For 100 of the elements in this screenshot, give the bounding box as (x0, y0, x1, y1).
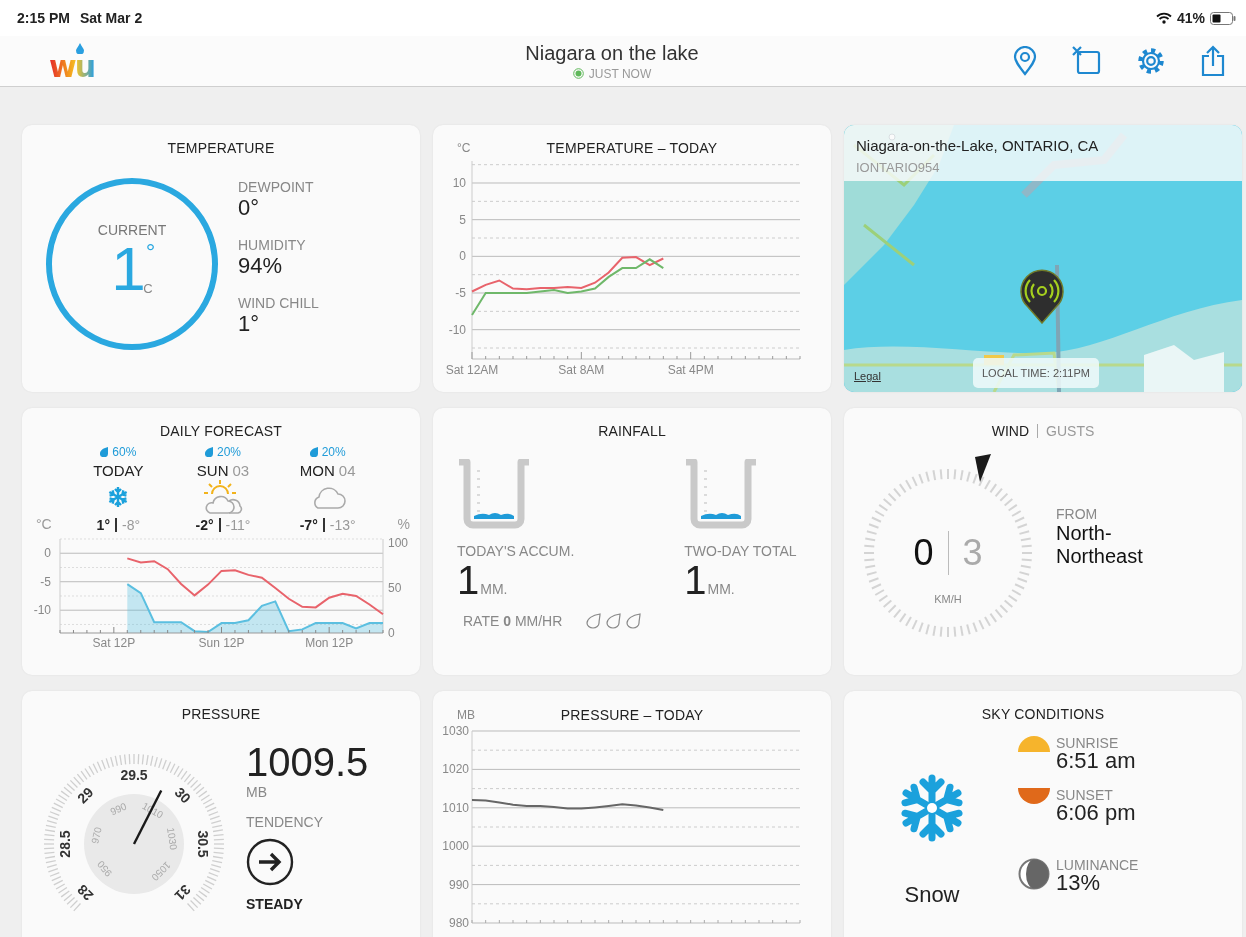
card-title: DAILY FORECAST (158, 422, 284, 439)
precip-chance: 20% (216, 445, 241, 459)
raindrop-icon (204, 447, 214, 457)
low-temperature: -8° (122, 517, 141, 533)
gauge-label: 950 (94, 858, 115, 879)
sky-condition: Snow (904, 882, 960, 908)
axis-label: 5 (459, 212, 466, 227)
rain-amount: 1 (684, 561, 707, 599)
rain-unit: MM. (707, 581, 735, 599)
sky-label: LUMINANCE (1056, 858, 1139, 872)
axis-label: -10 (448, 322, 466, 337)
card-title: RAINFALL (597, 422, 667, 439)
axis-label: 50 (388, 580, 402, 595)
half-sun-icon (1018, 736, 1050, 752)
current-label: CURRENT (97, 222, 167, 238)
direction-pointer-icon (974, 453, 992, 483)
percent-unit: % (396, 516, 410, 533)
low-temperature: -13° (329, 517, 356, 533)
stat-label: DEWPOINT (238, 179, 315, 195)
location-title: Niagara on the lake (525, 41, 699, 65)
snowflake-icon (107, 486, 130, 508)
card-title: PRESSURE – TODAY (559, 706, 705, 723)
half-sun-icon (1018, 788, 1050, 804)
axis-label: -5 (40, 574, 51, 589)
status-time: 2:15 PM (17, 10, 70, 26)
speed-unit: KM/H (933, 593, 963, 605)
axis-label: Mon 12P (305, 636, 354, 650)
station-id: IONTARIO954 (856, 160, 941, 175)
card-title: SKY CONDITIONS (980, 705, 1106, 722)
station-location: Niagara-on-the-Lake, ONTARIO, CA (856, 137, 1100, 154)
axis-label: 1010 (442, 800, 469, 815)
high-temperature: 1° (96, 517, 110, 533)
station-pin-icon[interactable] (1019, 268, 1065, 324)
sky-value: 6:51 am (1056, 750, 1136, 772)
raindrop-icon (309, 447, 319, 457)
sun-cloud-icon (202, 478, 244, 516)
status-date: Sat Mar 2 (79, 10, 143, 26)
wifi-icon (1155, 12, 1172, 24)
stat-value: 94% (238, 253, 284, 279)
axis-unit: °C (456, 141, 472, 156)
legal-link[interactable]: Legal (854, 370, 881, 382)
high-temperature: -7° (299, 517, 318, 533)
degree-sign: ° (145, 238, 156, 266)
precip-chance: 60% (112, 445, 137, 459)
pressure-value: 1009.5 (246, 740, 369, 784)
gauge-label: 30.5 (195, 830, 211, 858)
axis-label: Sun 12P (198, 636, 245, 650)
axis-label: 980 (448, 916, 469, 930)
rain-unit: MM. (480, 581, 508, 599)
battery-icon (1210, 11, 1236, 25)
snowflake-icon (900, 774, 964, 842)
axis-label: Sat 12AM (445, 363, 499, 377)
raindrop-icon (100, 447, 110, 457)
precip-chance: 20% (321, 445, 346, 459)
sky-label: SUNSET (1056, 788, 1114, 802)
gauge-label: 29.5 (120, 767, 148, 783)
axis-label: 990 (448, 877, 469, 892)
axis-label: 100 (388, 535, 409, 550)
axis-label: 0 (44, 546, 51, 561)
card-title: TEMPERATURE (166, 139, 276, 156)
day-date: 04 (338, 462, 356, 479)
tendency-label: TENDENCY (246, 814, 323, 830)
axis-unit: MB (456, 708, 476, 723)
axis-label: Sat 12P (92, 636, 136, 650)
rain-amount: 1 (457, 561, 480, 599)
remove-tile-icon[interactable] (1072, 46, 1102, 76)
temperature-unit: C (143, 281, 153, 296)
axis-label: 0 (388, 626, 395, 640)
axis-label: 0 (459, 249, 466, 264)
drop-icon (76, 42, 84, 54)
high-temperature: -2° (195, 517, 214, 533)
wind-tab[interactable]: WIND (991, 423, 1030, 439)
day-date: 03 (232, 462, 250, 479)
stat-value: 0° (238, 195, 261, 221)
from-label: FROM (1056, 506, 1099, 522)
battery-percent: 41% (1176, 10, 1205, 26)
stat-label: WIND CHILL (238, 295, 319, 311)
day-name: MON (299, 462, 335, 479)
axis-label: Sat 8AM (558, 363, 605, 377)
wind-direction: North-Northeast (1056, 522, 1144, 568)
settings-icon[interactable] (1136, 46, 1166, 76)
sky-value: 13% (1056, 872, 1102, 894)
axis-label: -5 (455, 286, 466, 300)
gust-speed: 3 (962, 532, 983, 574)
gauge-label: 30 (171, 784, 194, 807)
card-title: PRESSURE (180, 705, 262, 722)
moon-phase-icon (1018, 858, 1050, 890)
axis-label: 1000 (442, 839, 469, 854)
gauge-label: 29 (74, 784, 97, 807)
axis-label: Sat 4PM (667, 363, 714, 377)
updated-label: JUST NOW (588, 66, 652, 81)
pressure-unit: MB (246, 784, 267, 800)
gauge-label: 31 (171, 881, 194, 904)
share-icon[interactable] (1200, 45, 1226, 77)
location-icon[interactable] (1012, 46, 1038, 76)
low-temperature: -11° (225, 517, 251, 533)
axis-label: 10 (452, 176, 466, 190)
wind-speed: 0 (913, 532, 934, 574)
gauge-label: 990 (108, 800, 129, 818)
card-title: TEMPERATURE – TODAY (545, 139, 719, 156)
